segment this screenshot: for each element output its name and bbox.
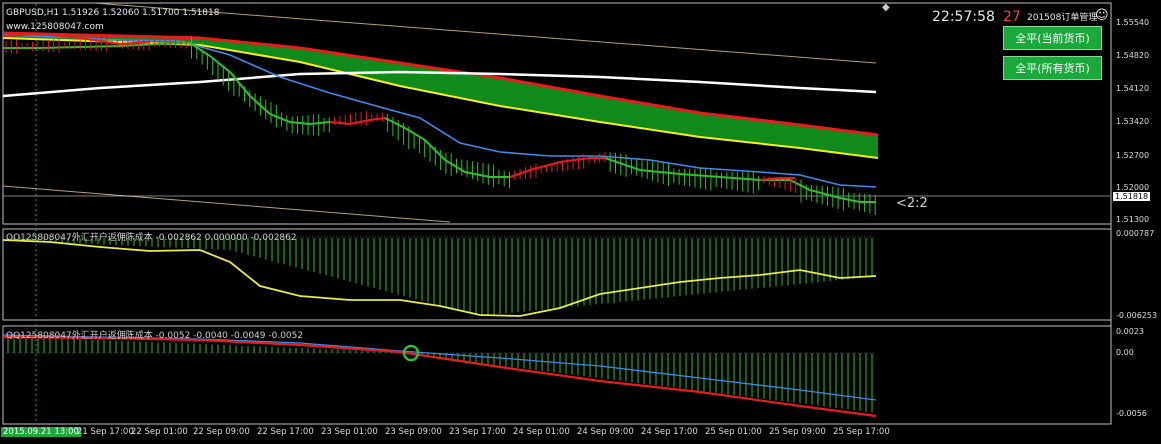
- price-axis-label: 1.52700: [1116, 151, 1150, 160]
- indicator2-chart: [3, 334, 877, 418]
- bar-countdown-label: 27: [1003, 9, 1021, 25]
- price-axis-label: 1.53420: [1116, 117, 1150, 126]
- time-axis-label: 22 Sep 01:00: [131, 427, 188, 437]
- time-axis-label: 24 Sep 01:00: [513, 427, 570, 437]
- close-current-currency-button[interactable]: 全平(当前货币): [1003, 26, 1102, 50]
- time-axis-label: 25 Sep 01:00: [705, 427, 762, 437]
- time-axis-label: 24 Sep 09:00: [577, 427, 634, 437]
- time-axis-label: 25 Sep 09:00: [769, 427, 826, 437]
- ind2-axis-label: -0.0056: [1116, 409, 1147, 418]
- time-axis-label: 25 Sep 17:00: [833, 427, 890, 437]
- clock-label: 22:57:58: [932, 9, 995, 25]
- ind2-histogram: [7, 336, 873, 413]
- time-axis-label: 23 Sep 09:00: [385, 427, 442, 437]
- price-axis-label: 1.55540: [1116, 18, 1150, 27]
- website-label: www.125808047.com: [6, 22, 104, 32]
- time-axis-label: 22 Sep 09:00: [193, 427, 250, 437]
- channel-lower-line: [3, 185, 451, 223]
- band-fill: [3, 33, 878, 158]
- ind2-axis-label: 0.0023: [1116, 327, 1144, 336]
- time-axis-label: 23 Sep 17:00: [449, 427, 506, 437]
- ma-blue-line: [3, 34, 877, 188]
- smiley-icon: ☺: [1095, 8, 1109, 23]
- indicator1-chart: [3, 236, 877, 317]
- ind1-axis-label: 0.000787: [1116, 229, 1155, 238]
- indicator1-label: QQ125808047外汇开户返佣陈成本 -0.002862 0.000000 …: [6, 233, 297, 243]
- time-axis-label: 22 Sep 17:00: [257, 427, 314, 437]
- collapse-icon[interactable]: ◆: [882, 2, 890, 13]
- ma-fast-down-3: [604, 157, 876, 203]
- brand-label: 201508订单管理: [1027, 13, 1098, 23]
- price-axis-label: 1.51300: [1116, 215, 1150, 224]
- price-axis-label: 1.54120: [1116, 84, 1150, 93]
- time-axis-label: 2015.09.21 13:00: [1, 427, 81, 437]
- ind2-axis-label: 0.00: [1116, 348, 1134, 357]
- main-price-chart: [3, 3, 1110, 223]
- close-all-currencies-button[interactable]: 全平(所有货币): [1003, 56, 1102, 80]
- time-axis-label: 23 Sep 01:00: [321, 427, 378, 437]
- ind1-axis-label: -0.006253: [1116, 311, 1158, 320]
- price-axis-label: 1.52000: [1116, 183, 1150, 192]
- chart-canvas[interactable]: [0, 0, 1161, 444]
- time-axis-label: 21 Sep 17:00: [77, 427, 134, 437]
- price-axis-label: 1.54820: [1116, 51, 1150, 60]
- time-axis-label: 24 Sep 17:00: [641, 427, 698, 437]
- symbol-ohlc-label: GBPUSD,H1 1.51926 1.52060 1.51700 1.5181…: [6, 8, 220, 18]
- indicator2-label: QQ125808047外汇开户返佣陈成本 -0.0052 -0.0040 -0.…: [6, 331, 304, 341]
- ratio-label: <2:2: [896, 196, 928, 211]
- current-price-tag: 1.51818: [1113, 192, 1151, 201]
